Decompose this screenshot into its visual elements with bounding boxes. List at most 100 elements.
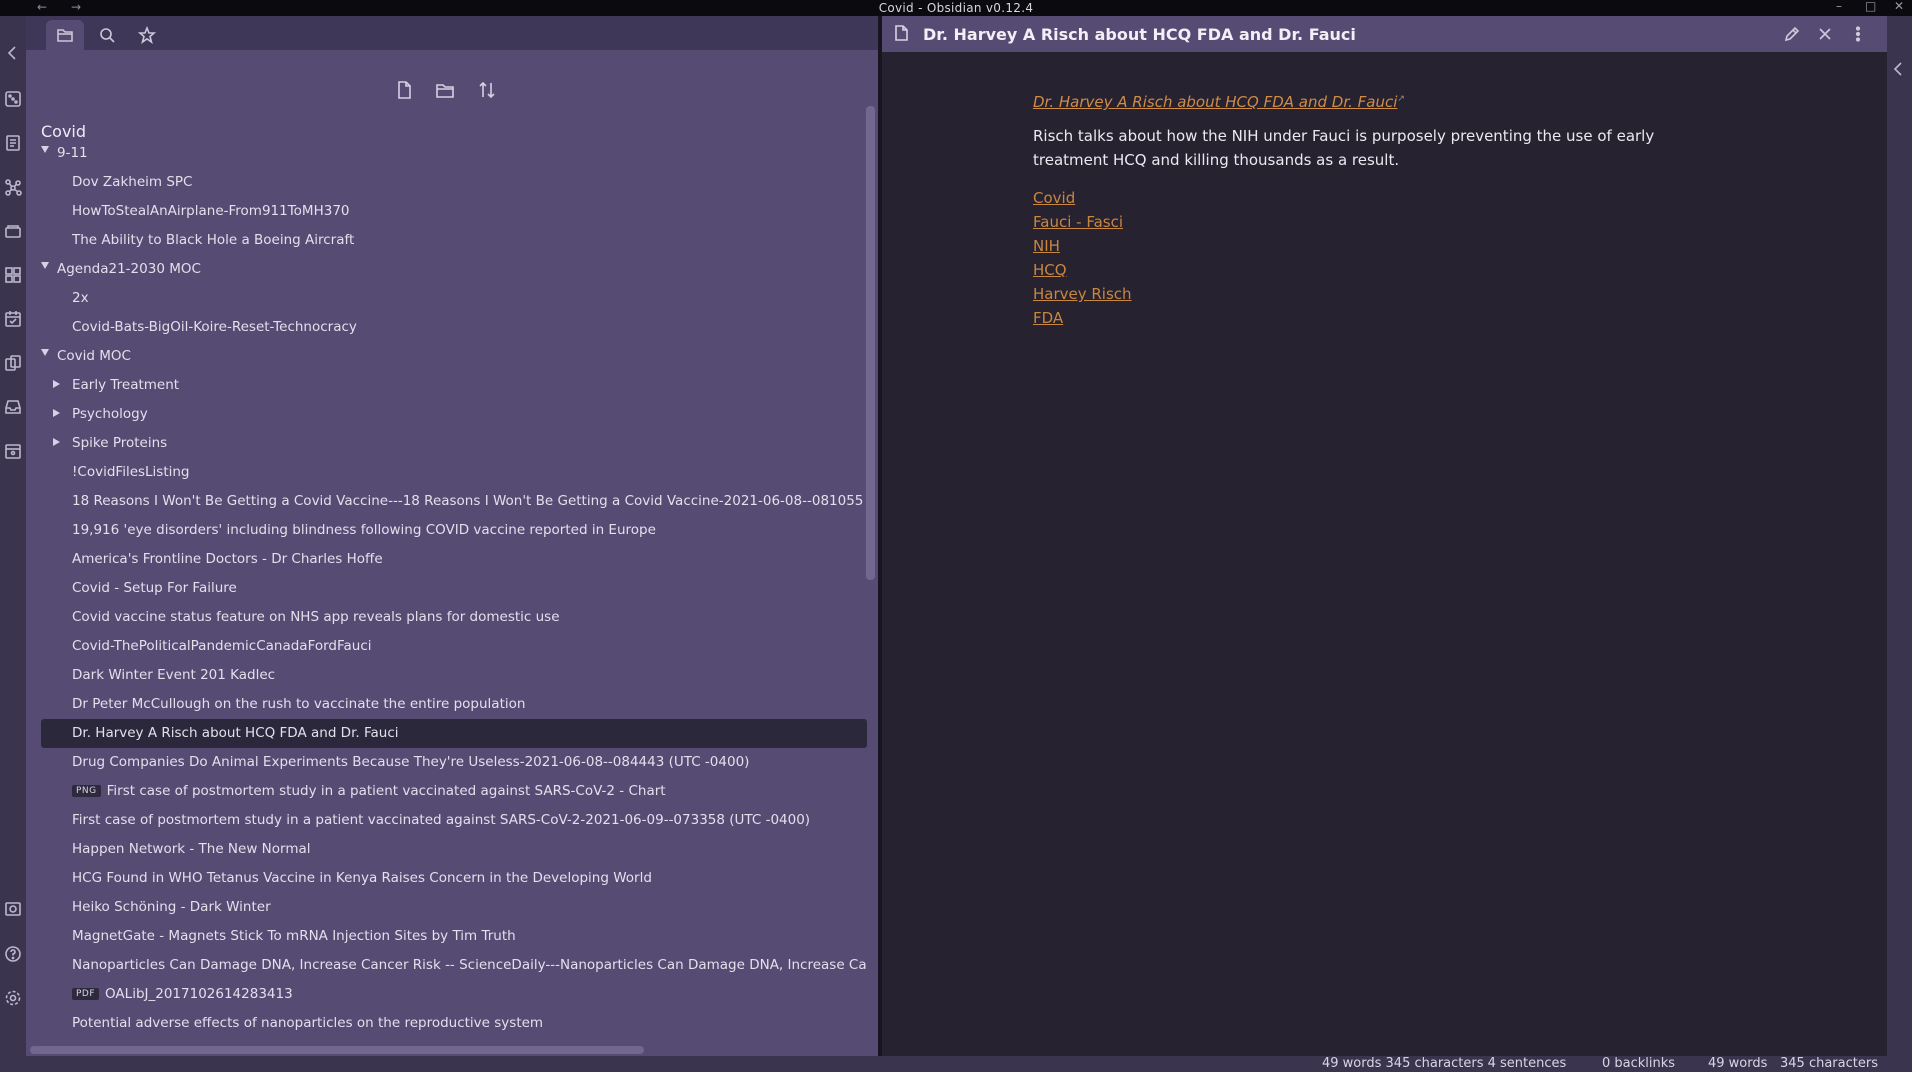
- vault-icon[interactable]: [4, 900, 22, 918]
- internal-link[interactable]: Harvey Risch: [1033, 282, 1683, 306]
- file-item[interactable]: Drug Companies Do Animal Experiments Bec…: [41, 748, 867, 777]
- file-item[interactable]: Covid-ThePoliticalPandemicCanadaFordFauc…: [41, 632, 867, 661]
- chevron-right-icon[interactable]: [53, 409, 60, 417]
- file-item[interactable]: MagnetGate - Magnets Stick To mRNA Injec…: [41, 922, 867, 951]
- tab-search[interactable]: [88, 20, 126, 50]
- folder-item[interactable]: Psychology: [41, 400, 867, 429]
- more-options-button[interactable]: [1849, 25, 1867, 43]
- left-ribbon: [0, 16, 26, 1056]
- minimize-button[interactable]: –: [1836, 0, 1842, 13]
- tab-file-explorer[interactable]: [46, 20, 84, 50]
- tree-item-label: Nanoparticles Can Damage DNA, Increase C…: [72, 957, 867, 973]
- chevron-down-icon[interactable]: [41, 146, 49, 153]
- file-item[interactable]: Dr Peter McCullough on the rush to vacci…: [41, 690, 867, 719]
- title-bar: ← → Covid - Obsidian v0.12.4 – □ ✕: [0, 0, 1912, 16]
- explorer-toolbar: [394, 80, 534, 104]
- external-link[interactable]: Dr. Harvey A Risch about HCQ FDA and Dr.…: [1033, 93, 1397, 111]
- edit-button[interactable]: [1783, 25, 1801, 43]
- file-item[interactable]: PDF OALibJ_2017102614283413: [41, 980, 867, 1009]
- editor-title[interactable]: Dr. Harvey A Risch about HCQ FDA and Dr.…: [923, 25, 1356, 44]
- internal-link[interactable]: Covid: [1033, 186, 1683, 210]
- folder-item[interactable]: 9-11: [41, 139, 867, 168]
- file-item[interactable]: HowToStealAnAirplane-From911ToMH370: [41, 197, 867, 226]
- tree-item-label: 19,916 'eye disorders' including blindne…: [72, 522, 656, 538]
- maximize-button[interactable]: □: [1865, 0, 1876, 13]
- file-type-badge: PDF: [72, 988, 100, 1000]
- settings-icon[interactable]: [4, 989, 22, 1007]
- new-folder-icon: [436, 84, 454, 98]
- file-item[interactable]: Potential adverse effects of nanoparticl…: [41, 1009, 867, 1038]
- copy-icon[interactable]: [4, 354, 22, 372]
- graph-view-icon[interactable]: [4, 178, 22, 196]
- internal-link[interactable]: HCQ: [1033, 258, 1683, 282]
- file-item[interactable]: Covid vaccine status feature on NHS app …: [41, 603, 867, 632]
- file-item[interactable]: First case of postmortem study in a pati…: [41, 806, 867, 835]
- file-tree-horizontal-scrollbar[interactable]: [30, 1046, 644, 1054]
- note-body: Risch talks about how the NIH under Fauc…: [1033, 127, 1655, 169]
- internal-link[interactable]: Fauci - Fasci: [1033, 210, 1683, 234]
- file-item[interactable]: Dov Zakheim SPC: [41, 168, 867, 197]
- file-item[interactable]: !CovidFilesListing: [41, 458, 867, 487]
- tab-starred[interactable]: [128, 20, 166, 50]
- file-item[interactable]: The Ability to Black Hole a Boeing Aircr…: [41, 226, 867, 255]
- file-item[interactable]: Covid-Bats-BigOil-Koire-Reset-Technocrac…: [41, 313, 867, 342]
- file-item[interactable]: Covid - Setup For Failure: [41, 574, 867, 603]
- tree-item-label: Potential adverse effects of nanoparticl…: [72, 1015, 543, 1031]
- collapse-left-icon[interactable]: [4, 44, 22, 62]
- obsidian-app: ← → Covid - Obsidian v0.12.4 – □ ✕ Covid…: [0, 0, 1912, 1072]
- folder-item[interactable]: Early Treatment: [41, 371, 867, 400]
- tree-item-text: Dov Zakheim SPC: [72, 174, 193, 190]
- file-item[interactable]: 18 Reasons I Won't Be Getting a Covid Va…: [41, 487, 867, 516]
- kanban-icon[interactable]: [4, 266, 22, 284]
- folder-item[interactable]: Agenda21-2030 MOC: [41, 255, 867, 284]
- file-item[interactable]: Dr. Harvey A Risch about HCQ FDA and Dr.…: [41, 719, 867, 748]
- tree-item-label: Covid-Bats-BigOil-Koire-Reset-Technocrac…: [72, 319, 357, 335]
- chevron-down-icon[interactable]: [41, 262, 49, 269]
- inbox-icon[interactable]: [4, 398, 22, 416]
- tree-item-label: Dr. Harvey A Risch about HCQ FDA and Dr.…: [72, 725, 399, 741]
- file-item[interactable]: HCG Found in WHO Tetanus Vaccine in Keny…: [41, 864, 867, 893]
- chevron-right-icon[interactable]: [53, 438, 60, 446]
- collapse-right-icon[interactable]: [1890, 60, 1908, 78]
- workspaces-icon[interactable]: [4, 222, 22, 240]
- daily-note-icon[interactable]: [4, 310, 22, 328]
- backlinks-count[interactable]: 0 backlinks: [1602, 1056, 1675, 1071]
- folder-item[interactable]: Spike Proteins: [41, 429, 867, 458]
- editor-pane: Dr. Harvey A Risch about HCQ FDA and Dr.…: [882, 16, 1887, 1056]
- file-item[interactable]: America's Frontline Doctors - Dr Charles…: [41, 545, 867, 574]
- new-note-button[interactable]: [394, 80, 416, 102]
- tree-item-text: Covid-Bats-BigOil-Koire-Reset-Technocrac…: [72, 319, 357, 335]
- tree-item-label: Dov Zakheim SPC: [72, 174, 192, 190]
- open-random-note-icon[interactable]: [4, 90, 22, 108]
- tree-item-label: 9-11: [57, 145, 88, 161]
- folder-item[interactable]: Covid MOC: [41, 342, 867, 371]
- file-item[interactable]: Dark Winter Event 201 Kadlec: [41, 661, 867, 690]
- tree-item-text: The Ability to Black Hole a Boeing Aircr…: [72, 232, 355, 248]
- help-icon[interactable]: [4, 945, 22, 963]
- tree-item-text: Happen Network - The New Normal: [72, 841, 311, 857]
- tree-item-label: MagnetGate - Magnets Stick To mRNA Injec…: [72, 928, 516, 944]
- file-item[interactable]: Heiko Schöning - Dark Winter: [41, 893, 867, 922]
- file-item[interactable]: PNG First case of postmortem study in a p…: [41, 777, 867, 806]
- internal-link[interactable]: FDA: [1033, 306, 1683, 330]
- new-folder-button[interactable]: [435, 80, 457, 102]
- chevron-right-icon[interactable]: [53, 380, 60, 388]
- tree-item-text: Spike Proteins: [72, 435, 168, 451]
- file-item[interactable]: 2x: [41, 284, 867, 313]
- close-window-button[interactable]: ✕: [1894, 0, 1904, 13]
- tree-item-label: 2x: [72, 290, 89, 306]
- chevron-down-icon[interactable]: [41, 349, 49, 356]
- tree-item-text: Nanoparticles Can Damage DNA, Increase C…: [72, 957, 867, 973]
- internal-link[interactable]: NIH: [1033, 234, 1683, 258]
- close-note-button[interactable]: [1816, 25, 1834, 43]
- file-tree-vertical-scrollbar[interactable]: [866, 106, 875, 580]
- tree-item-text: America's Frontline Doctors - Dr Charles…: [72, 551, 383, 567]
- sort-button[interactable]: [477, 80, 499, 102]
- templates-icon[interactable]: [4, 134, 22, 152]
- calendar-icon[interactable]: [4, 442, 22, 460]
- file-item[interactable]: Nanoparticles Can Damage DNA, Increase C…: [41, 951, 867, 980]
- file-explorer-icon: [57, 29, 73, 42]
- file-item[interactable]: 19,916 'eye disorders' including blindne…: [41, 516, 867, 545]
- file-item[interactable]: Happen Network - The New Normal: [41, 835, 867, 864]
- tree-item-text: Heiko Schöning - Dark Winter: [72, 899, 271, 915]
